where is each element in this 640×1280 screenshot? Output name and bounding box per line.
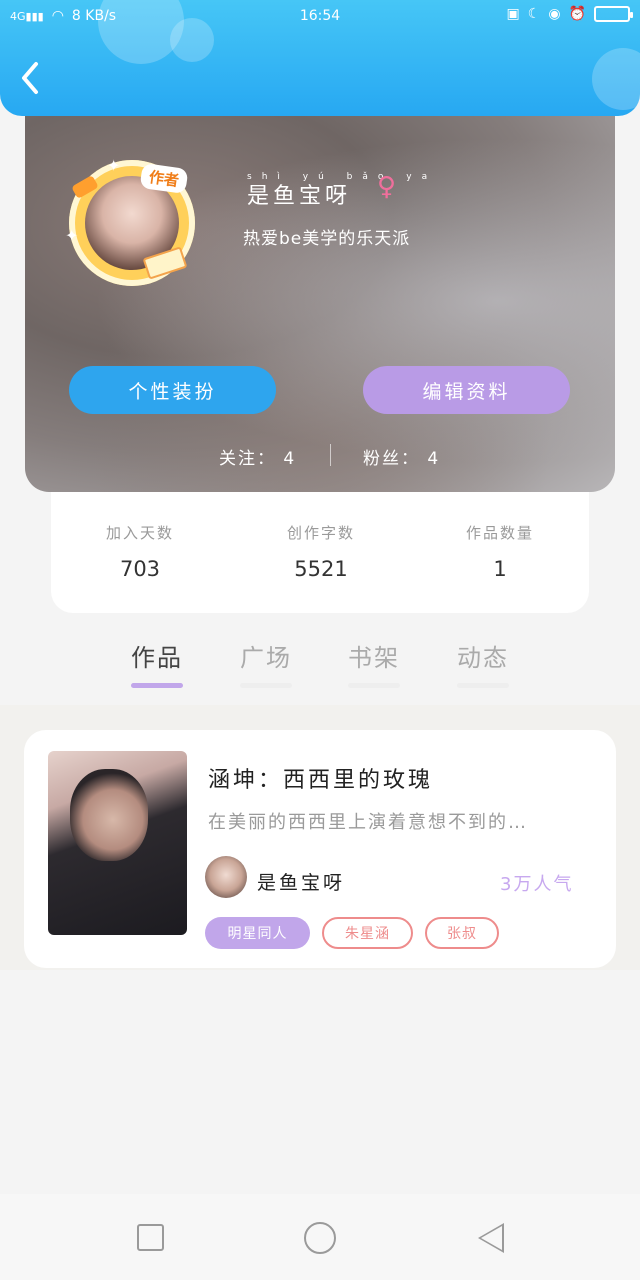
stat-word-count: 创作字数 5521 [251,522,391,581]
tab-label: 书架 [348,644,400,672]
following-label: 关注： [219,449,276,469]
stat-value: 1 [493,557,507,581]
edit-profile-button[interactable]: 编辑资料 [363,366,570,414]
vibrate-icon: ▣ [506,6,520,22]
tab-square[interactable]: 广场 [226,632,306,688]
home-button[interactable] [304,1222,336,1254]
content-tabs: 作品 广场 书架 动态 [0,632,640,692]
system-nav-bar [0,1194,640,1280]
avatar[interactable]: ✦ ✦ 作者 [65,156,195,286]
status-bar: 4G▮▮▮ ◠ 8 KB/s 16:54 ▣ ☾ ◉ ⏰ [0,0,640,34]
stat-join-days: 加入天数 703 [70,522,210,581]
battery-icon [594,6,633,22]
following-stat[interactable]: 关注： 4 [219,444,296,469]
popularity-count: 3万人气 [500,874,574,895]
user-bio: 热爱be美学的乐天派 [243,229,411,249]
tab-bookshelf[interactable]: 书架 [334,632,414,688]
tag-chip[interactable]: 朱星涵 [322,917,413,949]
tab-label: 作品 [131,644,183,672]
work-cover-image[interactable] [48,751,187,935]
sparkle-icon: ✦ [65,226,79,245]
tab-indicator [240,683,292,688]
moon-icon: ☾ [527,6,541,22]
lock-rotation-icon: ◉ [548,6,561,22]
profile-card: ✦ ✦ 作者 shì yú bǎo ya 是鱼宝呀 ♀ 热爱be美学的乐天派 个… [25,110,615,492]
back-button[interactable] [18,60,54,100]
stat-work-count: 作品数量 1 [430,522,570,581]
back-nav-button[interactable] [478,1223,504,1253]
tab-indicator [131,683,183,688]
tab-indicator [457,683,509,688]
stat-value: 5521 [294,557,348,581]
decor-bubble [592,48,640,110]
user-name: 是鱼宝呀 [247,184,352,209]
dress-up-button[interactable]: 个性装扮 [69,366,276,414]
female-icon: ♀ [377,172,397,202]
alarm-icon: ⏰ [568,6,586,22]
tag-chip[interactable]: 明星同人 [205,917,310,949]
following-count: 4 [283,449,297,469]
work-description: 在美丽的西西里上演着意想不到的… [208,812,528,833]
sparkle-icon: ✦ [107,156,121,175]
tab-indicator [348,683,400,688]
tab-label: 广场 [240,644,292,672]
divider [330,444,331,466]
stat-value: 703 [119,557,161,581]
tab-label: 动态 [457,644,509,672]
top-header: 4G▮▮▮ ◠ 8 KB/s 16:54 ▣ ☾ ◉ ⏰ [0,0,640,116]
author-avatar[interactable] [205,856,247,898]
tag-chip[interactable]: 张叔 [425,917,499,949]
fans-stat[interactable]: 粉丝： 4 [363,444,440,469]
recent-apps-button[interactable] [137,1224,164,1251]
stat-label: 作品数量 [465,524,534,542]
chevron-left-icon [22,62,38,94]
tab-activity[interactable]: 动态 [443,632,523,688]
author-name: 是鱼宝呀 [257,872,346,894]
stat-label: 加入天数 [105,524,174,542]
clock: 16:54 [299,8,341,24]
fans-label: 粉丝： [363,449,420,469]
work-card[interactable]: 涵坤：西西里的玫瑰 在美丽的西西里上演着意想不到的… 是鱼宝呀 3万人气 明星同… [24,730,616,968]
follow-stats: 关注： 4 粉丝： 4 [25,444,615,469]
stat-label: 创作字数 [286,524,355,542]
tab-works[interactable]: 作品 [117,632,197,688]
fans-count: 4 [427,449,441,469]
work-title: 涵坤：西西里的玫瑰 [208,768,434,793]
